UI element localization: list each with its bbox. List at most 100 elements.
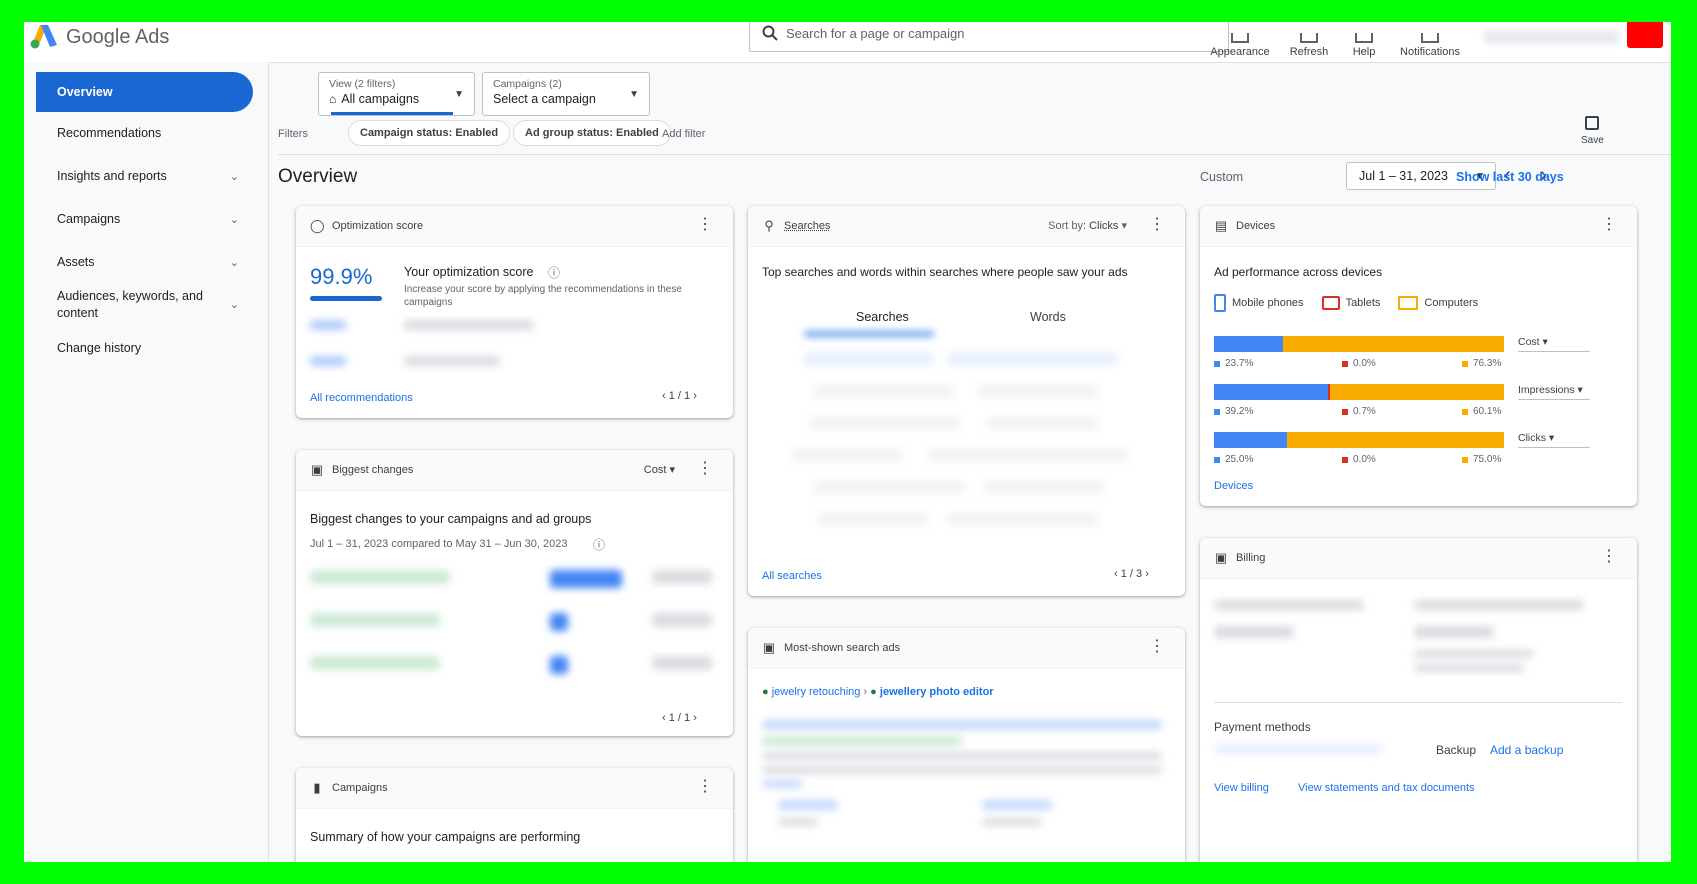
sort-dropdown[interactable]: Sort by: Clicks ▾ (1048, 219, 1127, 232)
metric-dropdown[interactable]: Cost ▾ (1518, 336, 1590, 352)
top-bar: Google Ads Search for a page or campaign… (24, 22, 1671, 63)
sidebar-item-change-history[interactable]: Change history (36, 328, 253, 368)
view-filter-dropdown[interactable]: View (2 filters) ⌂ All campaigns ▼ (318, 72, 475, 116)
tab-words[interactable]: Words (1030, 310, 1066, 324)
help-icon[interactable]: ⓘ (548, 264, 560, 281)
status-dot: ● (762, 686, 769, 698)
bell-icon (1421, 33, 1439, 43)
blurred-tab-underline (804, 332, 934, 336)
blurred-content (762, 766, 1162, 774)
appearance-button[interactable]: Appearance (1208, 22, 1272, 58)
more-options-icon[interactable]: ⋮ (1601, 216, 1617, 234)
blurred-content (978, 384, 1098, 398)
device-value-text: 23.7% (1225, 358, 1254, 369)
help-icon[interactable]: ⓘ (593, 536, 605, 553)
active-underline (331, 112, 453, 115)
notifications-button[interactable]: Notifications (1392, 22, 1468, 58)
legend-mobile: Mobile phones (1232, 297, 1304, 309)
legend-swatch (1342, 456, 1348, 463)
page-indicator: 1 / 1 (668, 712, 691, 724)
google-ads-logo[interactable]: Google Ads (30, 22, 169, 52)
campaign-select-dropdown[interactable]: Campaigns (2) Select a campaign ▼ (482, 72, 650, 116)
device-value-text: 75.0% (1473, 454, 1502, 465)
account-info[interactable] (1484, 30, 1619, 44)
devices-icon: ▤ (1214, 218, 1228, 233)
add-backup-link[interactable]: Add a backup (1490, 743, 1563, 757)
device-bar-row (1214, 336, 1504, 352)
campaign-status-chip[interactable]: Campaign status: Enabled (348, 120, 511, 146)
device-value-label: 39.2% (1214, 406, 1253, 417)
more-options-icon[interactable]: ⋮ (1601, 548, 1617, 566)
campaign-select-label: Campaigns (2) (493, 78, 562, 90)
sidebar-item-overview[interactable]: Overview (36, 72, 253, 112)
optimization-score-card: ◯ Optimization score ⋮ 99.9% Your optimiza… (296, 206, 733, 418)
help-button[interactable]: Help (1346, 22, 1382, 58)
sidebar-item-assets[interactable]: Assets ⌄ (36, 242, 253, 282)
blurred-content (1214, 744, 1384, 754)
blurred-content (1214, 626, 1294, 638)
backup-label: Backup (1436, 743, 1477, 757)
metric-dropdown[interactable]: Impressions ▾ (1518, 384, 1590, 400)
blurred-content (310, 656, 440, 670)
sidebar-item-campaigns[interactable]: Campaigns ⌄ (36, 199, 253, 239)
device-value-text: 0.7% (1353, 406, 1376, 417)
blurred-content (814, 384, 954, 398)
more-options-icon[interactable]: ⋮ (697, 216, 713, 234)
tab-searches[interactable]: Searches (856, 310, 909, 324)
sidebar-item-recommendations[interactable]: Recommendations (36, 113, 253, 153)
view-filter-value: All campaigns (341, 92, 420, 106)
all-recommendations-link[interactable]: All recommendations (310, 392, 413, 404)
search-input[interactable]: Search for a page or campaign (749, 22, 1229, 52)
device-value-label: 25.0% (1214, 454, 1253, 465)
sidebar-item-label: Change history (57, 341, 142, 355)
ad-icon: ▣ (762, 640, 776, 655)
blurred-content (310, 356, 346, 366)
view-billing-link[interactable]: View billing (1214, 782, 1269, 794)
legend-swatch (1342, 360, 1348, 367)
avatar[interactable] (1627, 22, 1663, 48)
blurred-content (948, 512, 1098, 526)
blurred-content (792, 448, 902, 462)
card-title: Billing (1236, 552, 1266, 564)
show-last-30-days-link[interactable]: Show last 30 days (1456, 170, 1564, 184)
metric-dropdown[interactable]: Clicks ▾ (1518, 432, 1590, 448)
legend-swatch (1214, 408, 1220, 415)
search-icon (762, 25, 778, 41)
custom-label: Custom (1200, 170, 1244, 184)
sort-dropdown[interactable]: Cost ▾ (644, 463, 675, 476)
devices-link[interactable]: Devices (1214, 480, 1253, 492)
blurred-content (982, 800, 1052, 810)
status-dot: ● (870, 686, 877, 698)
view-statements-link[interactable]: View statements and tax documents (1298, 782, 1475, 794)
pagination[interactable]: ‹ 1 / 3 › (1114, 568, 1149, 580)
blurred-content (404, 356, 500, 366)
chevron-down-icon: ⌄ (229, 170, 239, 183)
more-options-icon[interactable]: ⋮ (697, 778, 713, 796)
more-options-icon[interactable]: ⋮ (1149, 638, 1165, 656)
add-filter-button[interactable]: Add filter (662, 128, 705, 140)
ad-group-status-chip[interactable]: Ad group status: Enabled (513, 120, 671, 146)
save-button[interactable]: Save (1581, 116, 1604, 146)
chevron-down-icon: ⌄ (229, 298, 239, 311)
ad-group-link[interactable]: jewellery photo editor (880, 686, 994, 698)
blurred-content (778, 800, 838, 810)
sidebar: Overview Recommendations Insights and re… (24, 62, 269, 862)
legend-swatch (1342, 408, 1348, 415)
sort-value: Cost (643, 464, 667, 476)
device-value-text: 76.3% (1473, 358, 1502, 369)
lightbulb-icon: ◯ (310, 218, 325, 233)
more-options-icon[interactable]: ⋮ (1149, 216, 1165, 234)
more-options-icon[interactable]: ⋮ (697, 460, 713, 478)
filters-label: Filters (278, 128, 308, 140)
sidebar-item-insights[interactable]: Insights and reports ⌄ (36, 156, 253, 196)
pagination[interactable]: ‹ 1 / 1 › (662, 712, 697, 724)
sidebar-item-audiences[interactable]: Audiences, keywords, and content ⌄ (36, 285, 253, 325)
pagination[interactable]: ‹ 1 / 1 › (662, 390, 697, 402)
all-searches-link[interactable]: All searches (762, 570, 822, 582)
device-value-label: 0.7% (1342, 406, 1376, 417)
bar-chart-icon: ▮ (313, 780, 321, 795)
campaign-link[interactable]: jewelry retouching (772, 686, 861, 698)
chevron-down-icon: ⌄ (229, 256, 239, 269)
blurred-content (762, 780, 802, 788)
refresh-button[interactable]: Refresh (1283, 22, 1335, 58)
